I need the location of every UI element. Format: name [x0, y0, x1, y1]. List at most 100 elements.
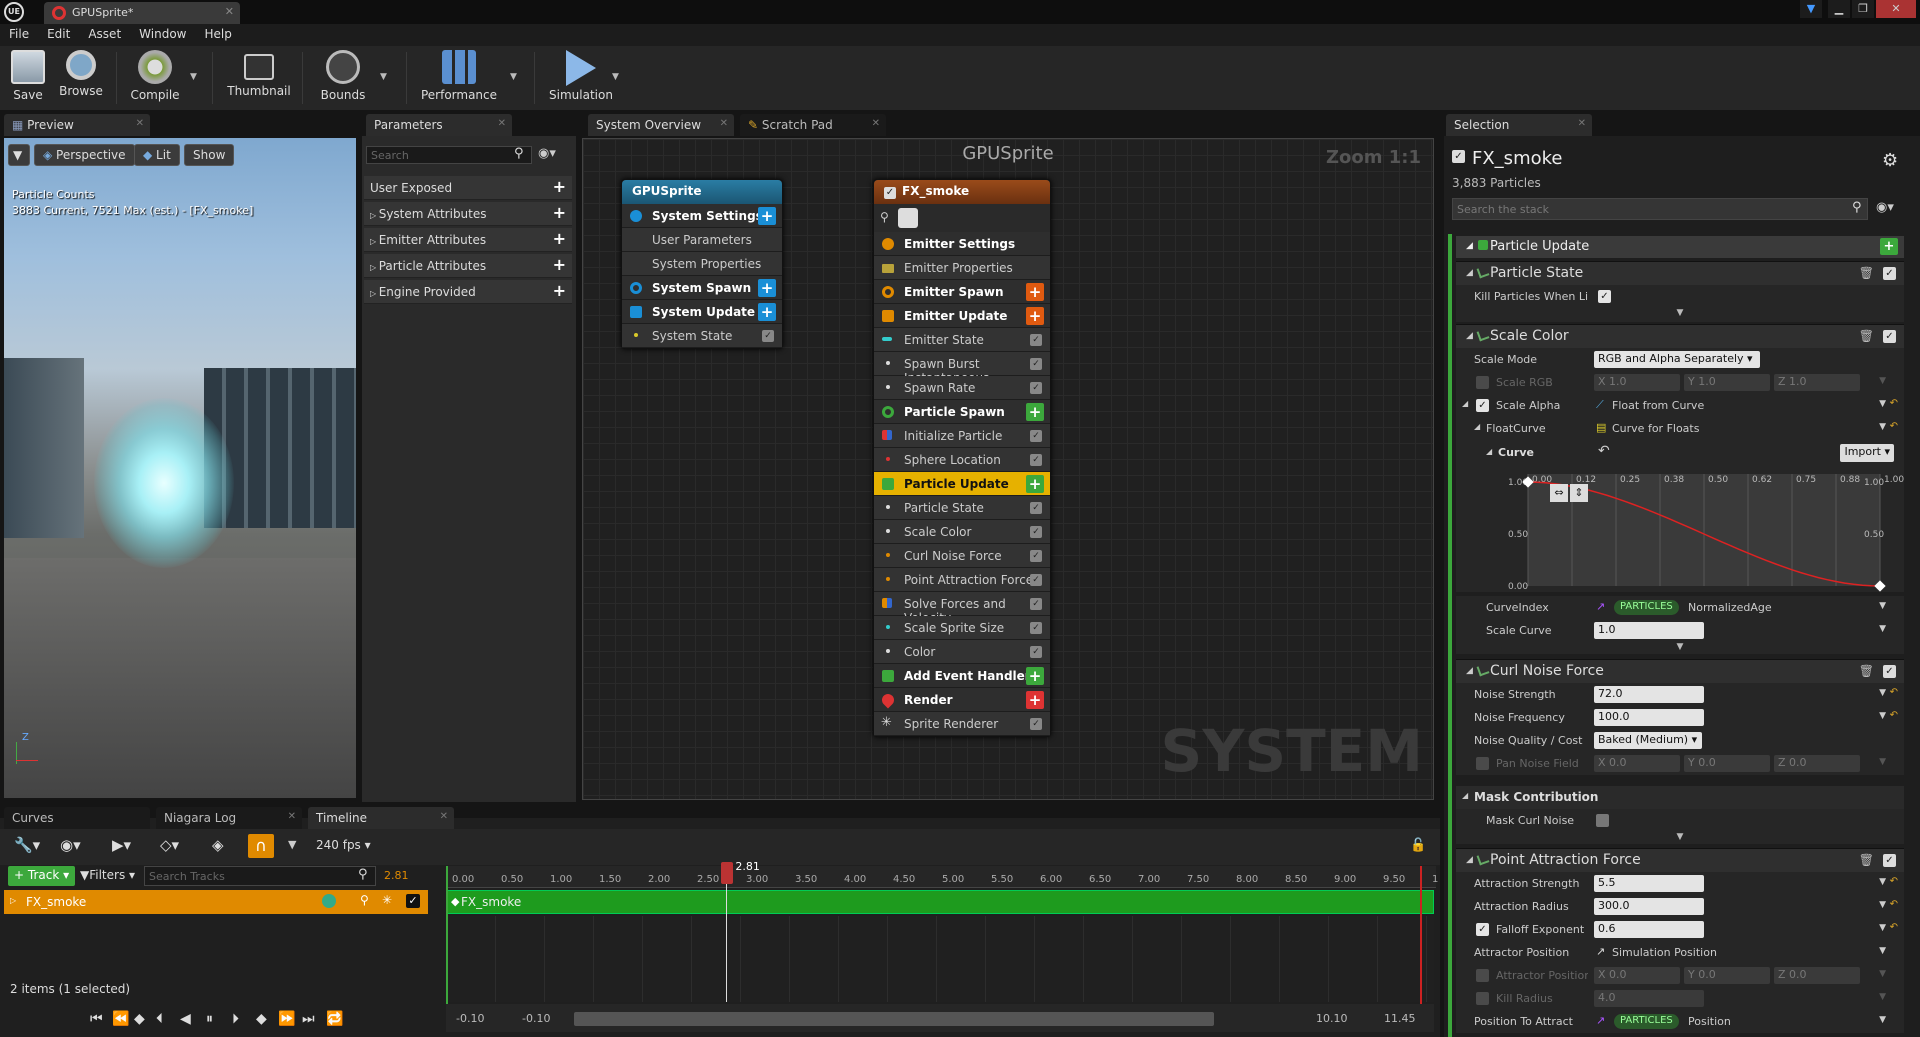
- fit-horizontal-icon[interactable]: ⇔: [1550, 484, 1568, 502]
- import-button[interactable]: Import ▾: [1840, 444, 1894, 462]
- group-particle-update[interactable]: ◢ Particle Update +: [1456, 236, 1904, 258]
- module-scale-color[interactable]: ◢ Scale Color 🗑 ✓: [1456, 324, 1904, 348]
- playhead-handle[interactable]: [721, 862, 734, 884]
- track-row-fx-smoke[interactable]: ▷ FX_smoke ⚲ ✳ ✓: [4, 890, 428, 914]
- node-row-initialize-particle[interactable]: Initialize Particle ✓: [874, 424, 1050, 448]
- tab-timeline[interactable]: Timeline ✕: [308, 807, 454, 829]
- pin-icon[interactable]: ⚲: [360, 893, 369, 907]
- bounds-button[interactable]: Bounds: [316, 50, 370, 106]
- noise-strength-input[interactable]: 72.0: [1594, 686, 1704, 703]
- step-forward-key-icon[interactable]: ⏩: [278, 1011, 295, 1027]
- node-row-system-settings[interactable]: System Settings +: [622, 204, 782, 228]
- search-tracks-input[interactable]: Search Tracks: [144, 866, 376, 886]
- module-particle-state[interactable]: ◢ Particle State 🗑 ✓: [1456, 261, 1904, 285]
- enabled-checkbox[interactable]: ✓: [1030, 430, 1042, 442]
- trash-icon[interactable]: 🗑: [1859, 329, 1874, 343]
- step-forward-frame-icon[interactable]: ⏵: [232, 1011, 239, 1027]
- node-row-point-attraction[interactable]: Point Attraction Force ✓: [874, 568, 1050, 592]
- node-row-sphere-location[interactable]: Sphere Location ✓: [874, 448, 1050, 472]
- param-system-attributes[interactable]: ▷ System Attributes +: [364, 202, 572, 226]
- dropdown-icon[interactable]: ▼: [1879, 711, 1886, 721]
- scale-curve-input[interactable]: 1.0: [1594, 622, 1704, 639]
- attractor-x[interactable]: X 0.0: [1594, 967, 1680, 984]
- close-window-button[interactable]: ✕: [1876, 0, 1916, 18]
- compile-button[interactable]: Compile: [126, 50, 184, 106]
- playhead[interactable]: 2.81: [721, 860, 760, 1002]
- show-button[interactable]: Show: [184, 144, 235, 166]
- close-tab-icon[interactable]: ✕: [288, 811, 296, 822]
- eye-icon[interactable]: ◉▾: [60, 836, 81, 854]
- module-enabled-checkbox[interactable]: ✓: [1883, 267, 1896, 280]
- enabled-checkbox[interactable]: ✓: [1030, 574, 1042, 586]
- collapse-icon[interactable]: ◢: [1466, 855, 1473, 865]
- expand-advanced-icon[interactable]: ▼: [1456, 308, 1904, 322]
- snap-key-icon[interactable]: ◈: [212, 836, 224, 854]
- end-marker[interactable]: [1420, 866, 1422, 1006]
- param-particle-attributes[interactable]: ▷ Particle Attributes +: [364, 254, 572, 278]
- close-tab-icon[interactable]: ✕: [440, 811, 448, 822]
- close-tab-icon[interactable]: ✕: [498, 118, 506, 129]
- enabled-checkbox[interactable]: ✓: [1030, 550, 1042, 562]
- node-row-render[interactable]: Render +: [874, 688, 1050, 712]
- jump-to-end-icon[interactable]: ⏭: [302, 1011, 315, 1027]
- row-mask-contribution[interactable]: ◢ Mask Contribution: [1456, 786, 1904, 809]
- node-row-spawn-rate[interactable]: Spawn Rate ✓: [874, 376, 1050, 400]
- pan-noise-checkbox[interactable]: [1476, 757, 1489, 770]
- add-icon[interactable]: +: [553, 283, 566, 299]
- module-curl-noise[interactable]: ◢ Curl Noise Force 🗑 ✓: [1456, 659, 1904, 683]
- add-button[interactable]: +: [1026, 307, 1044, 325]
- add-module-button[interactable]: +: [1880, 238, 1898, 255]
- collapse-icon[interactable]: ◢: [1466, 666, 1473, 676]
- viewport-options-button[interactable]: ▼: [8, 144, 30, 166]
- node-row-emitter-state[interactable]: Emitter State ✓: [874, 328, 1050, 352]
- performance-button[interactable]: Performance: [420, 50, 498, 106]
- dropdown-icon[interactable]: ▼: [1879, 1015, 1886, 1025]
- scale-rgb-y[interactable]: Y 1.0: [1684, 374, 1770, 391]
- pin-icon[interactable]: ⚲: [880, 210, 889, 224]
- close-tab-icon[interactable]: ✕: [225, 5, 234, 18]
- add-button[interactable]: +: [1026, 667, 1044, 685]
- dropdown-icon[interactable]: ▼: [1879, 923, 1886, 933]
- dropdown-icon[interactable]: ▼: [1879, 422, 1886, 432]
- trash-icon[interactable]: 🗑: [1859, 266, 1874, 280]
- range-start-a[interactable]: -0.10: [456, 1012, 484, 1025]
- add-button[interactable]: +: [758, 303, 776, 321]
- minimize-button[interactable]: ▁: [1828, 0, 1850, 18]
- magnet-snap-button[interactable]: ∩: [248, 834, 274, 858]
- save-button[interactable]: Save: [8, 50, 48, 106]
- play-options-icon[interactable]: ▶▾: [112, 836, 131, 854]
- tab-curves[interactable]: Curves: [4, 807, 150, 829]
- eye-icon[interactable]: ◉▾: [538, 146, 556, 161]
- add-icon[interactable]: +: [553, 231, 566, 247]
- expand-advanced-icon[interactable]: ▼: [1456, 832, 1904, 844]
- dropdown-icon[interactable]: ▼: [1879, 399, 1886, 409]
- performance-dropdown-icon[interactable]: ▼: [510, 72, 517, 82]
- jump-to-start-icon[interactable]: ⏮: [90, 1011, 103, 1027]
- attractor-z[interactable]: Z 0.0: [1774, 967, 1860, 984]
- add-button[interactable]: +: [758, 207, 776, 225]
- scale-mode-dropdown[interactable]: RGB and Alpha Separately ▾: [1594, 351, 1760, 368]
- menu-asset[interactable]: Asset: [79, 24, 130, 44]
- browse-button[interactable]: Browse: [58, 50, 104, 106]
- emitter-node[interactable]: ✓ FX_smoke ⚲ Emitter Settings Emitter Pro…: [873, 179, 1051, 737]
- kill-radius-input[interactable]: 4.0: [1594, 990, 1704, 1007]
- attraction-radius-input[interactable]: 300.0: [1594, 898, 1704, 915]
- tab-system-overview[interactable]: System Overview ✕: [588, 114, 734, 136]
- loop-icon[interactable]: 🔁: [326, 1011, 343, 1027]
- start-marker[interactable]: [446, 866, 448, 1006]
- perspective-button[interactable]: ◈ Perspective: [34, 144, 135, 166]
- tab-niagara-log[interactable]: Niagara Log ✕: [156, 807, 302, 829]
- menu-window[interactable]: Window: [130, 24, 195, 44]
- range-scrollbar[interactable]: [574, 1012, 1214, 1026]
- close-tab-icon[interactable]: ✕: [1578, 118, 1586, 129]
- mask-checkbox[interactable]: [1596, 814, 1609, 827]
- settings-gear-icon[interactable]: ⚙: [1882, 150, 1898, 171]
- noise-quality-dropdown[interactable]: Baked (Medium) ▾: [1594, 732, 1702, 749]
- step-back-key-icon[interactable]: ⏪: [112, 1011, 129, 1027]
- dropdown-icon[interactable]: ▼: [1879, 946, 1886, 956]
- add-button[interactable]: +: [1026, 403, 1044, 421]
- falloff-checkbox[interactable]: ✓: [1476, 923, 1489, 936]
- node-row-solve-forces[interactable]: Solve Forces and Velocity✓: [874, 592, 1050, 625]
- dropdown-icon[interactable]: ▼: [1879, 376, 1886, 386]
- param-engine-provided[interactable]: ▷ Engine Provided +: [364, 280, 572, 304]
